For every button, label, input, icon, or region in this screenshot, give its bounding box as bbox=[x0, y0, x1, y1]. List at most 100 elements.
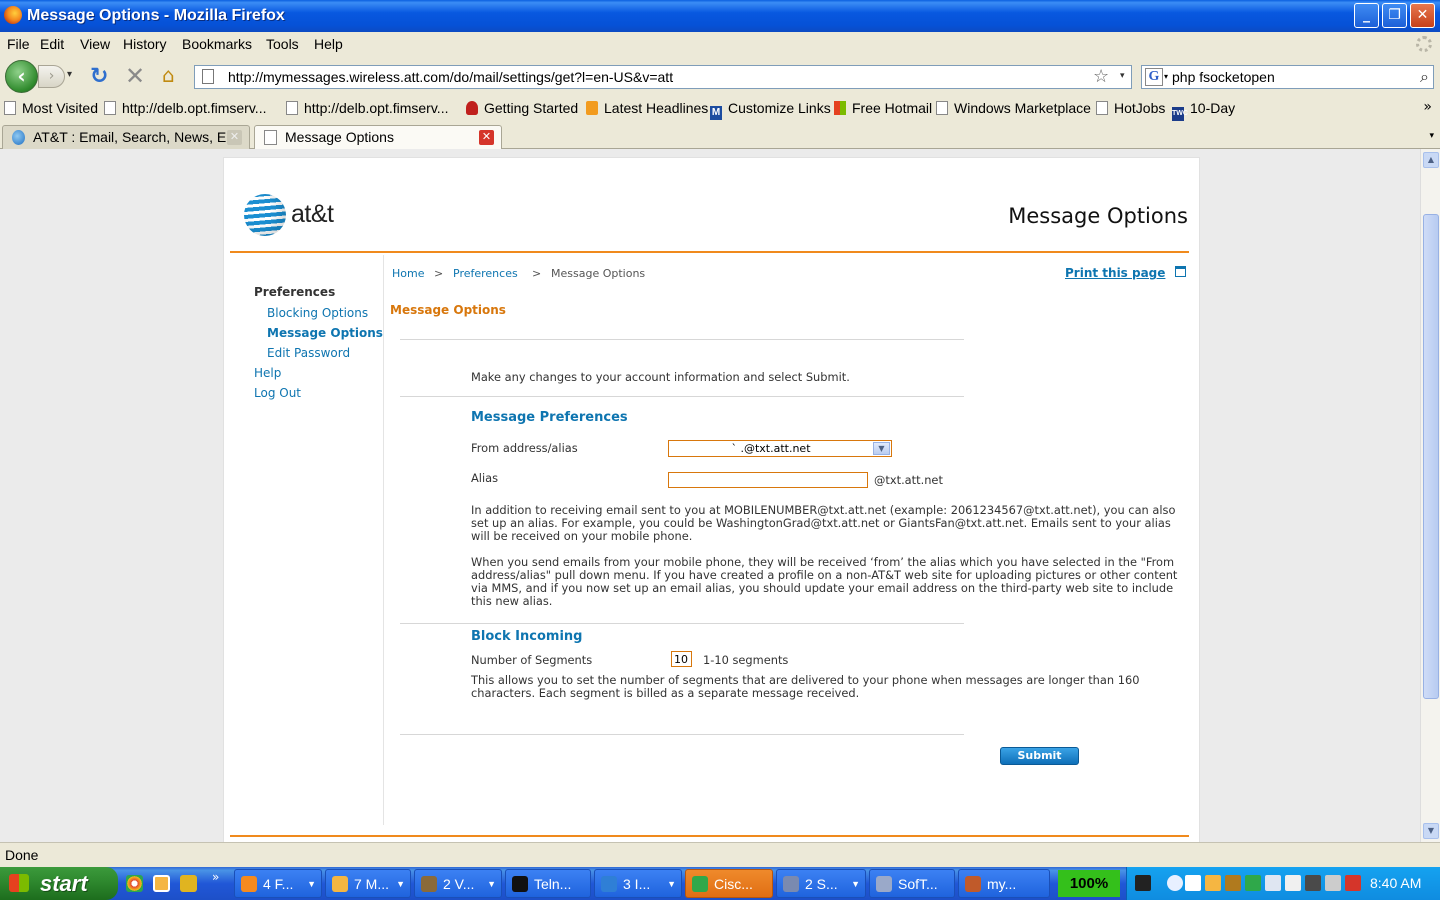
history-dropdown-icon[interactable]: ▾ bbox=[67, 69, 72, 80]
printer-icon[interactable] bbox=[1175, 266, 1186, 277]
tab-att-home[interactable]: AT&T : Email, Search, News, E... ✕ bbox=[2, 125, 250, 149]
task-firefox[interactable]: 4 F... ▼ bbox=[234, 869, 322, 898]
segments-help-paragraph: This allows you to set the number of seg… bbox=[471, 673, 1140, 700]
task-my[interactable]: my... bbox=[958, 869, 1050, 898]
chrome-icon[interactable] bbox=[126, 875, 143, 892]
menu-help[interactable]: Help bbox=[314, 36, 343, 52]
menu-bookmarks[interactable]: Bookmarks bbox=[182, 36, 252, 52]
tab-list-dropdown-icon[interactable]: ▾ bbox=[1429, 131, 1434, 141]
chevron-down-icon[interactable]: ▼ bbox=[873, 442, 890, 455]
menu-tools[interactable]: Tools bbox=[266, 36, 299, 52]
bookmark-hotjobs[interactable]: HotJobs bbox=[1096, 100, 1165, 116]
content-viewport: at&t Message Options Preferences Blockin… bbox=[0, 149, 1420, 842]
sidebar-item-blocking-options[interactable]: Blocking Options bbox=[267, 306, 368, 320]
url-text[interactable]: http://mymessages.wireless.att.com/do/ma… bbox=[228, 69, 673, 85]
scroll-up-icon[interactable]: ▲ bbox=[1423, 152, 1439, 168]
bookmark-getting-started[interactable]: Getting Started bbox=[466, 100, 578, 116]
print-page-link[interactable]: Print this page bbox=[1065, 266, 1165, 280]
back-arrow-icon[interactable] bbox=[1167, 875, 1183, 891]
engine-dropdown-icon[interactable]: ▾ bbox=[1164, 72, 1168, 81]
search-icon[interactable]: ⌕ bbox=[1420, 67, 1429, 87]
task-cisco[interactable]: Cisc... bbox=[685, 869, 773, 898]
from-address-select[interactable]: ` .@txt.att.net ▼ bbox=[668, 440, 892, 457]
submit-button[interactable]: Submit bbox=[1000, 747, 1079, 765]
bookmark-free-hotmail[interactable]: Free Hotmail bbox=[834, 100, 932, 116]
sidebar-item-edit-password[interactable]: Edit Password bbox=[267, 346, 350, 360]
sidebar-heading-preferences[interactable]: Preferences bbox=[254, 285, 335, 299]
task-soft[interactable]: SofT... bbox=[869, 869, 955, 898]
bookmarks-toolbar: Most Visited http://delb.opt.fimserv... … bbox=[0, 96, 1440, 122]
menu-edit[interactable]: Edit bbox=[40, 36, 64, 52]
tray-app-icon[interactable] bbox=[1265, 875, 1281, 891]
close-tab-icon[interactable]: ✕ bbox=[227, 130, 242, 145]
url-dropdown-icon[interactable]: ▾ bbox=[1120, 71, 1125, 81]
zoom-level-indicator[interactable]: 100% bbox=[1058, 870, 1120, 897]
address-bar[interactable]: http://mymessages.wireless.att.com/do/ma… bbox=[194, 65, 1132, 89]
stop-button[interactable]: ✕ bbox=[125, 62, 145, 90]
document-icon[interactable] bbox=[1285, 875, 1301, 891]
close-tab-icon[interactable]: ✕ bbox=[479, 130, 494, 145]
bookmark-10-day[interactable]: TWC 10-Day bbox=[1172, 100, 1235, 121]
clock-app-icon[interactable] bbox=[1205, 875, 1221, 891]
maximize-button[interactable]: ❐ bbox=[1382, 3, 1407, 28]
breadcrumb-preferences[interactable]: Preferences bbox=[453, 267, 518, 280]
alias-field[interactable] bbox=[668, 472, 868, 488]
sidebar-item-log-out[interactable]: Log Out bbox=[254, 386, 301, 400]
antivirus-icon[interactable] bbox=[1345, 875, 1361, 891]
from-address-label: From address/alias bbox=[471, 441, 578, 455]
header-divider bbox=[230, 251, 1189, 253]
monitor-icon[interactable] bbox=[1305, 875, 1321, 891]
clock-app-icon[interactable] bbox=[153, 875, 170, 892]
search-input[interactable] bbox=[1172, 68, 1412, 86]
tab-message-options[interactable]: Message Options ✕ bbox=[254, 125, 502, 150]
task-label: my... bbox=[987, 876, 1017, 892]
back-button[interactable]: ‹ bbox=[5, 60, 38, 93]
windows-flag-icon bbox=[9, 874, 29, 892]
vertical-scrollbar[interactable]: ▲ ▼ bbox=[1420, 149, 1440, 842]
start-button[interactable]: start bbox=[0, 867, 118, 900]
network-icon[interactable] bbox=[1325, 875, 1341, 891]
forward-button[interactable]: › bbox=[38, 65, 65, 88]
bookmark-windows-marketplace[interactable]: Windows Marketplace bbox=[936, 100, 1091, 116]
menu-view[interactable]: View bbox=[80, 36, 110, 52]
cisco-icon[interactable] bbox=[1245, 875, 1261, 891]
search-bar[interactable]: G ▾ ⌕ bbox=[1141, 65, 1434, 89]
minimize-button[interactable]: _ bbox=[1354, 3, 1379, 28]
home-button[interactable]: ⌂ bbox=[162, 63, 175, 87]
task-ie[interactable]: 3 I... ▼ bbox=[594, 869, 682, 898]
bookmark-latest-headlines[interactable]: Latest Headlines bbox=[586, 100, 708, 116]
sidebar-item-message-options[interactable]: Message Options bbox=[267, 326, 383, 340]
scroll-down-icon[interactable]: ▼ bbox=[1423, 823, 1439, 839]
tray-app-icon[interactable] bbox=[1225, 875, 1241, 891]
page-icon bbox=[936, 101, 948, 115]
breadcrumb-home[interactable]: Home bbox=[392, 267, 424, 280]
bookmark-delb-2[interactable]: http://delb.opt.fimserv... bbox=[286, 100, 448, 116]
sidebar-item-help[interactable]: Help bbox=[254, 366, 281, 380]
bookmark-delb-1[interactable]: http://delb.opt.fimserv... bbox=[104, 100, 266, 116]
task-mail[interactable]: 7 M... ▼ bbox=[325, 869, 411, 898]
power-icon[interactable] bbox=[1135, 875, 1151, 891]
search-engine-icon[interactable]: G bbox=[1145, 68, 1163, 86]
scrollbar-thumb[interactable] bbox=[1423, 214, 1439, 699]
reload-button[interactable]: ↻ bbox=[90, 64, 108, 89]
segments-input[interactable] bbox=[671, 651, 692, 667]
bookmark-star-icon[interactable]: ☆ bbox=[1093, 66, 1109, 87]
bookmark-label: Free Hotmail bbox=[852, 100, 933, 116]
intro-text: Make any changes to your account informa… bbox=[471, 370, 850, 384]
close-window-button[interactable]: ✕ bbox=[1410, 3, 1435, 28]
task-telnet[interactable]: Teln... bbox=[505, 869, 591, 898]
menu-history[interactable]: History bbox=[123, 36, 167, 52]
task-label: 2 S... bbox=[805, 876, 838, 892]
tab-label: AT&T : Email, Search, News, E... bbox=[33, 129, 238, 145]
task-v[interactable]: 2 V... ▼ bbox=[414, 869, 502, 898]
bookmark-most-visited[interactable]: Most Visited bbox=[4, 100, 98, 116]
menu-file[interactable]: File bbox=[7, 36, 30, 52]
task-s[interactable]: 2 S... ▼ bbox=[776, 869, 866, 898]
quicklaunch-overflow-icon[interactable]: » bbox=[212, 870, 219, 884]
navigation-toolbar: ‹ › ▾ ↻ ✕ ⌂ http://mymessages.wireless.a… bbox=[0, 56, 1440, 96]
bookmarks-overflow-icon[interactable]: » bbox=[1423, 99, 1432, 115]
bookmark-label: Customize Links bbox=[728, 100, 831, 116]
vpn-icon[interactable] bbox=[1185, 875, 1201, 891]
lock-icon[interactable] bbox=[180, 875, 197, 892]
bookmark-customize-links[interactable]: M Customize Links bbox=[710, 100, 831, 120]
